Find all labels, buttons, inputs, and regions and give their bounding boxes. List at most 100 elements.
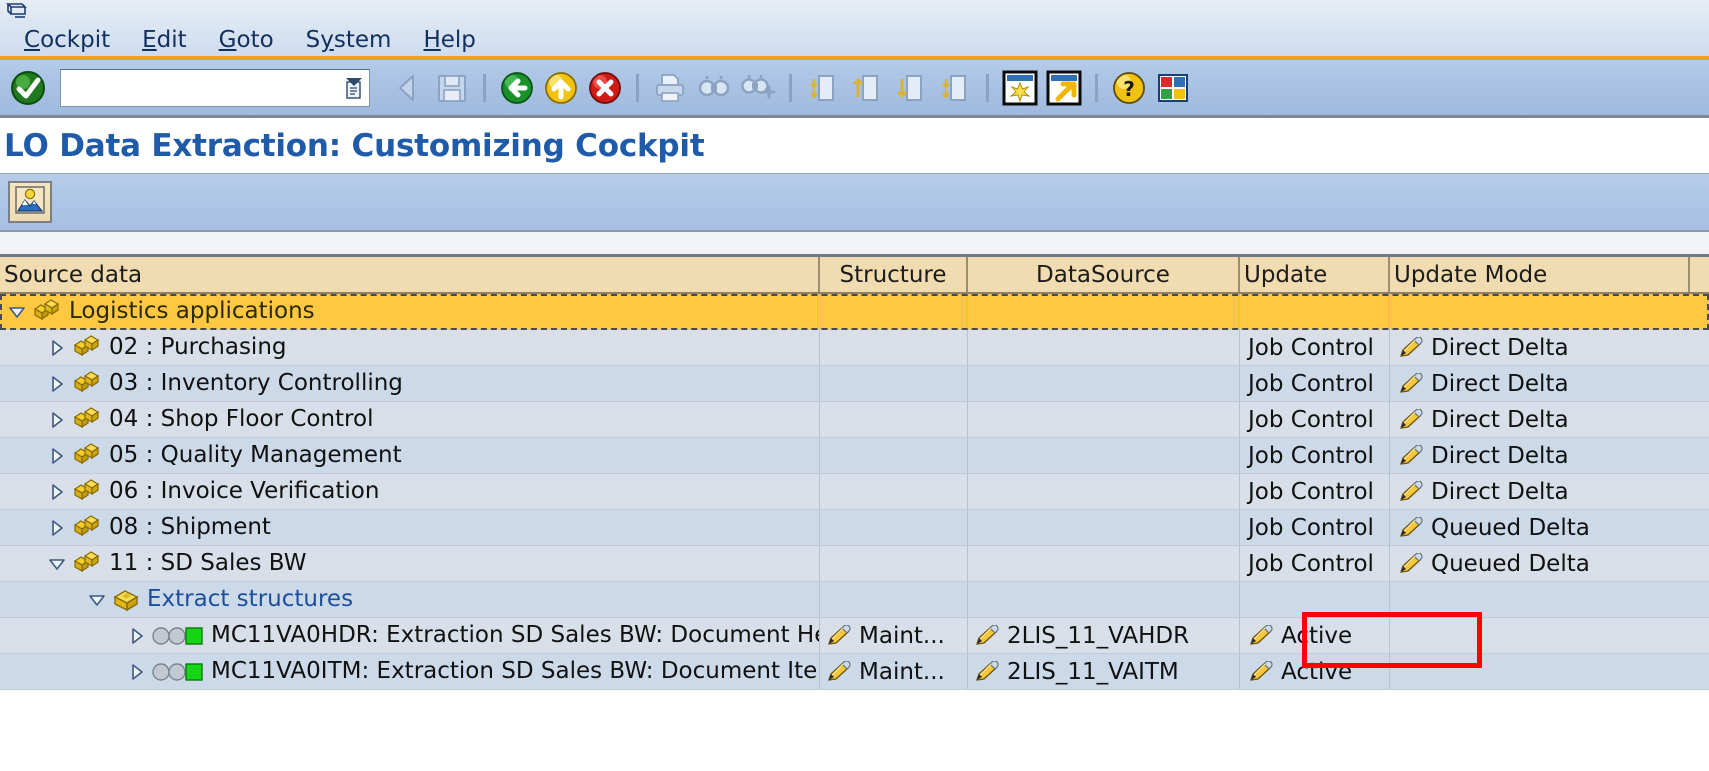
previous-page-button[interactable] [845, 66, 889, 110]
cell-structure[interactable] [820, 474, 968, 509]
cell-structure[interactable] [820, 402, 968, 437]
chevron-right-icon[interactable] [46, 337, 68, 359]
cell-updatemode[interactable]: Direct Delta [1390, 474, 1690, 509]
pencil-icon[interactable] [974, 660, 1000, 683]
pencil-icon[interactable] [1398, 336, 1424, 359]
command-field[interactable] [60, 68, 370, 107]
table-row[interactable]: 03 : Inventory Controlling Job Control Di… [0, 366, 1709, 402]
pencil-icon[interactable] [1398, 372, 1424, 395]
next-page-button[interactable] [889, 66, 933, 110]
back-arrow-button[interactable] [386, 66, 430, 110]
first-page-button[interactable] [801, 66, 845, 110]
cell-datasource[interactable] [968, 582, 1240, 617]
pencil-icon[interactable] [1398, 408, 1424, 431]
cell-structure[interactable]: Maint... [820, 618, 968, 653]
cell-structure[interactable] [820, 546, 968, 581]
cell-datasource[interactable]: 2LIS_11_VAITM [968, 654, 1240, 689]
pencil-icon[interactable] [1398, 480, 1424, 503]
cell-datasource[interactable] [968, 474, 1240, 509]
cell-source-data[interactable]: 06 : Invoice Verification [0, 474, 820, 509]
print-button[interactable] [648, 66, 692, 110]
system-menu-icon[interactable] [6, 1, 28, 21]
column-header-structure[interactable]: Structure [820, 257, 968, 292]
cell-datasource[interactable] [968, 294, 1240, 329]
cell-structure[interactable] [820, 510, 968, 545]
table-row[interactable]: MC11VA0HDR: Extraction SD Sales BW: Docu… [0, 618, 1709, 654]
cell-update[interactable]: Job Control [1240, 402, 1390, 437]
table-row[interactable]: Extract structures [0, 582, 1709, 618]
column-header-source[interactable]: Source data [0, 257, 820, 292]
cell-datasource[interactable] [968, 438, 1240, 473]
cell-updatemode[interactable]: Direct Delta [1390, 330, 1690, 365]
cell-update[interactable] [1240, 582, 1390, 617]
menu-goto[interactable]: Goto [219, 27, 274, 53]
cell-updatemode[interactable]: Direct Delta [1390, 438, 1690, 473]
save-button[interactable] [430, 66, 474, 110]
table-row[interactable]: 02 : Purchasing Job Control Direct Delta [0, 330, 1709, 366]
cell-updatemode[interactable]: Direct Delta [1390, 402, 1690, 437]
chevron-right-icon[interactable] [126, 661, 148, 683]
cell-update[interactable]: Active [1240, 618, 1390, 653]
cell-update[interactable]: Job Control [1240, 330, 1390, 365]
chevron-down-icon[interactable] [46, 553, 68, 575]
back-green-button[interactable] [495, 66, 539, 110]
cell-updatemode[interactable] [1390, 582, 1690, 617]
exit-yellow-button[interactable] [539, 66, 583, 110]
cell-update[interactable]: Job Control [1240, 546, 1390, 581]
table-row[interactable]: Logistics applications [0, 294, 1709, 330]
menu-cockpit[interactable]: Cockpit [24, 27, 110, 53]
create-shortcut-button[interactable] [1042, 66, 1086, 110]
command-input[interactable] [61, 69, 369, 106]
cell-source-data[interactable]: 05 : Quality Management [0, 438, 820, 473]
pencil-icon[interactable] [826, 660, 852, 683]
cell-source-data[interactable]: 04 : Shop Floor Control [0, 402, 820, 437]
cell-updatemode[interactable] [1390, 618, 1690, 653]
cell-structure[interactable] [820, 366, 968, 401]
last-page-button[interactable] [933, 66, 977, 110]
pencil-icon[interactable] [1398, 516, 1424, 539]
cell-datasource[interactable]: 2LIS_11_VAHDR [968, 618, 1240, 653]
chevron-right-icon[interactable] [46, 481, 68, 503]
chevron-down-icon[interactable] [86, 589, 108, 611]
cancel-red-button[interactable] [583, 66, 627, 110]
cell-update[interactable] [1240, 294, 1390, 329]
pencil-icon[interactable] [1398, 552, 1424, 575]
cell-update[interactable]: Active [1240, 654, 1390, 689]
chevron-right-icon[interactable] [46, 445, 68, 467]
customize-layout-button[interactable] [1151, 66, 1195, 110]
menu-edit[interactable]: Edit [142, 27, 187, 53]
column-header-updatemode[interactable]: Update Mode [1390, 257, 1690, 292]
cell-datasource[interactable] [968, 366, 1240, 401]
cell-structure[interactable] [820, 582, 968, 617]
create-session-button[interactable] [998, 66, 1042, 110]
cell-datasource[interactable] [968, 402, 1240, 437]
table-row[interactable]: 11 : SD Sales BW Job Control Queued Delta [0, 546, 1709, 582]
cell-updatemode[interactable]: Direct Delta [1390, 366, 1690, 401]
cell-source-data[interactable]: MC11VA0HDR: Extraction SD Sales BW: Docu… [0, 618, 820, 653]
table-row[interactable]: MC11VA0ITM: Extraction SD Sales BW: Docu… [0, 654, 1709, 690]
cell-structure[interactable] [820, 330, 968, 365]
table-row[interactable]: 04 : Shop Floor Control Job Control Direc… [0, 402, 1709, 438]
pencil-icon[interactable] [1248, 660, 1274, 683]
table-row[interactable]: 08 : Shipment Job Control Queued Delta [0, 510, 1709, 546]
table-row[interactable]: 06 : Invoice Verification Job Control Dir… [0, 474, 1709, 510]
pencil-icon[interactable] [974, 624, 1000, 647]
chevron-right-icon[interactable] [46, 373, 68, 395]
cell-structure[interactable] [820, 438, 968, 473]
column-header-datasource[interactable]: DataSource [968, 257, 1240, 292]
cell-source-data[interactable]: 02 : Purchasing [0, 330, 820, 365]
find-next-button[interactable] [736, 66, 780, 110]
chevron-down-icon[interactable] [6, 301, 28, 323]
cell-structure[interactable] [820, 294, 968, 329]
pencil-icon[interactable] [826, 624, 852, 647]
chevron-right-icon[interactable] [126, 625, 148, 647]
enter-green-check-icon[interactable] [8, 68, 48, 108]
graphic-display-button[interactable] [8, 181, 52, 223]
pencil-icon[interactable] [1398, 444, 1424, 467]
cell-datasource[interactable] [968, 546, 1240, 581]
cell-datasource[interactable] [968, 330, 1240, 365]
cell-updatemode[interactable]: Queued Delta [1390, 510, 1690, 545]
chevron-right-icon[interactable] [46, 409, 68, 431]
column-header-update[interactable]: Update [1240, 257, 1390, 292]
cell-structure[interactable]: Maint... [820, 654, 968, 689]
